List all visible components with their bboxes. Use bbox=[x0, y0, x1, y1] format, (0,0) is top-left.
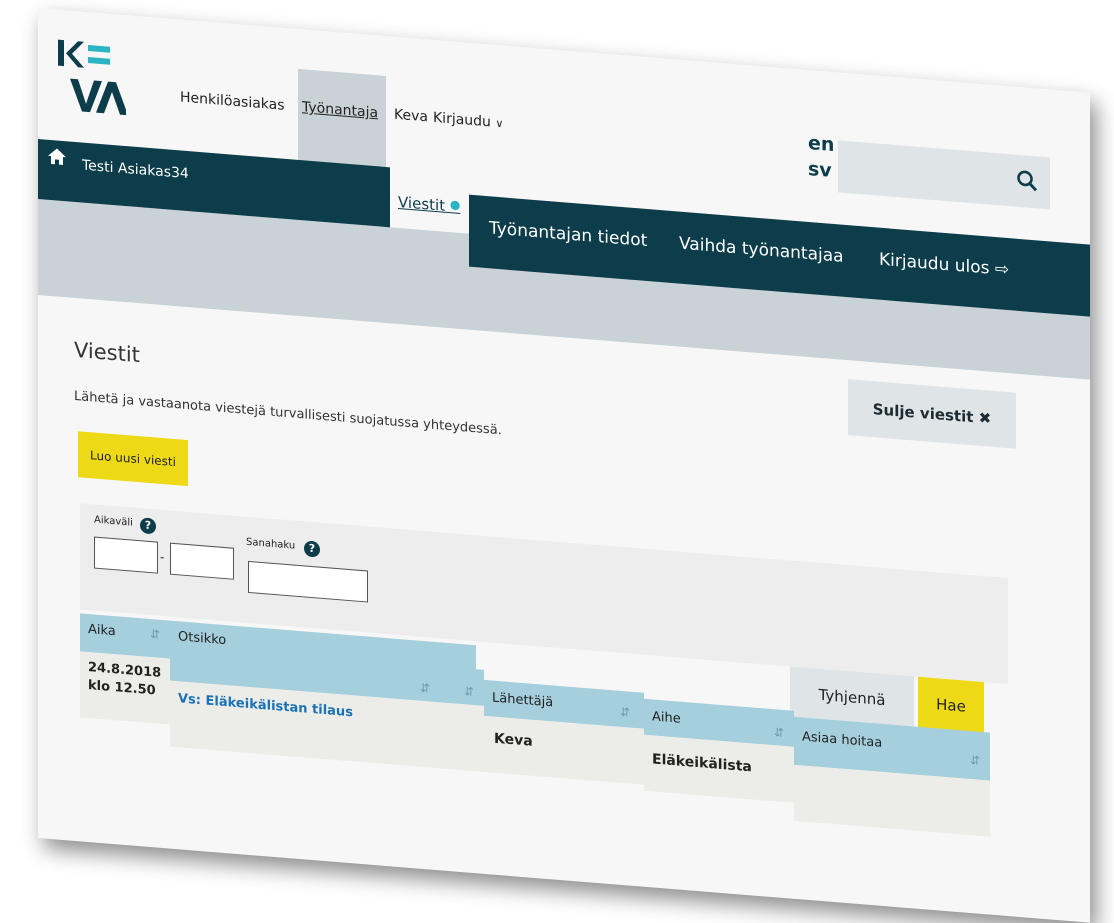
page-title: Viestit bbox=[74, 337, 140, 368]
row-date: 24.8.2018 bbox=[88, 660, 162, 681]
tab-tyonantajan-tiedot[interactable]: Työnantajan tiedot bbox=[489, 218, 647, 251]
table-row-cell-blank bbox=[440, 702, 484, 772]
new-message-button[interactable]: Luo uusi viesti bbox=[78, 431, 188, 487]
nav-keva[interactable]: Keva bbox=[394, 107, 428, 126]
close-messages-button[interactable]: Sulje viestit ✖ bbox=[848, 379, 1016, 449]
tab-vaihda-tyonantajaa[interactable]: Vaihda työnantajaa bbox=[679, 234, 844, 267]
search-icon[interactable] bbox=[1016, 169, 1038, 193]
nav-henkiloasiakas[interactable]: Henkilöasiakas bbox=[180, 89, 285, 113]
tab-viestit[interactable]: Viestit ● bbox=[398, 193, 460, 216]
sort-icon[interactable]: ⇵ bbox=[970, 753, 980, 768]
header-label: Aihe bbox=[652, 709, 681, 727]
close-messages-label: Sulje viestit bbox=[872, 400, 974, 427]
row-topic: Eläkeikälista bbox=[652, 751, 752, 776]
nav-kirjaudu[interactable]: Kirjaudu ∨ bbox=[433, 110, 503, 132]
language-sv[interactable]: sv bbox=[808, 158, 832, 182]
unread-dot-icon: ● bbox=[449, 197, 461, 212]
sort-icon[interactable]: ⇵ bbox=[774, 725, 784, 740]
help-icon[interactable]: ? bbox=[140, 517, 156, 535]
language-en[interactable]: en bbox=[808, 132, 834, 156]
home-icon[interactable] bbox=[48, 148, 66, 166]
header-label: Otsikko bbox=[178, 629, 227, 649]
browser-page: Henkilöasiakas Työnantaja Keva Kirjaudu … bbox=[38, 8, 1090, 923]
header-label: Asiaa hoitaa bbox=[802, 729, 883, 751]
row-sender: Keva bbox=[494, 730, 533, 750]
logout-icon: ⇨ bbox=[994, 258, 1010, 281]
logout-link[interactable]: Kirjaudu ulos ⇨ bbox=[879, 250, 1009, 280]
search-label: Sanahaku bbox=[246, 536, 296, 552]
header-label: Aika bbox=[88, 622, 116, 640]
header-label: Lähettäjä bbox=[492, 690, 554, 711]
range-separator: - bbox=[160, 549, 165, 565]
search-button[interactable]: Hae bbox=[918, 676, 984, 735]
date-to-input[interactable] bbox=[170, 542, 234, 580]
tab-viestit-label: Viestit bbox=[398, 192, 446, 215]
sort-icon[interactable]: ⇵ bbox=[620, 705, 630, 720]
table-row-cell-date: 24.8.2018 klo 12.50 bbox=[80, 651, 170, 725]
help-icon[interactable]: ? bbox=[304, 540, 320, 558]
intro-text: Lähetä ja vastaanota viestejä turvallise… bbox=[74, 388, 502, 439]
row-time: klo 12.50 bbox=[88, 678, 156, 699]
sort-icon[interactable]: ⇵ bbox=[464, 684, 474, 699]
search-box[interactable] bbox=[838, 140, 1050, 210]
keyword-input[interactable] bbox=[248, 560, 368, 603]
chevron-down-icon: ∨ bbox=[495, 116, 504, 131]
close-icon: ✖ bbox=[978, 408, 992, 428]
table-row-cell-topic: Eläkeikälista bbox=[644, 734, 794, 803]
nav-kirjaudu-label: Kirjaudu bbox=[433, 109, 491, 131]
table-row-cell-sender: Keva bbox=[484, 715, 644, 785]
keva-logo[interactable] bbox=[56, 37, 126, 117]
range-label: Aikaväli bbox=[94, 514, 133, 529]
column-header-blank[interactable]: ⇵ bbox=[440, 666, 484, 706]
sort-icon[interactable]: ⇵ bbox=[420, 681, 430, 696]
date-from-input[interactable] bbox=[94, 536, 158, 574]
message-link[interactable]: Vs: Eläkeikälistan tilaus bbox=[178, 691, 353, 720]
sort-icon[interactable]: ⇵ bbox=[150, 627, 160, 642]
logout-label: Kirjaudu ulos bbox=[879, 249, 990, 279]
user-name: Testi Asiakas34 bbox=[82, 157, 189, 183]
